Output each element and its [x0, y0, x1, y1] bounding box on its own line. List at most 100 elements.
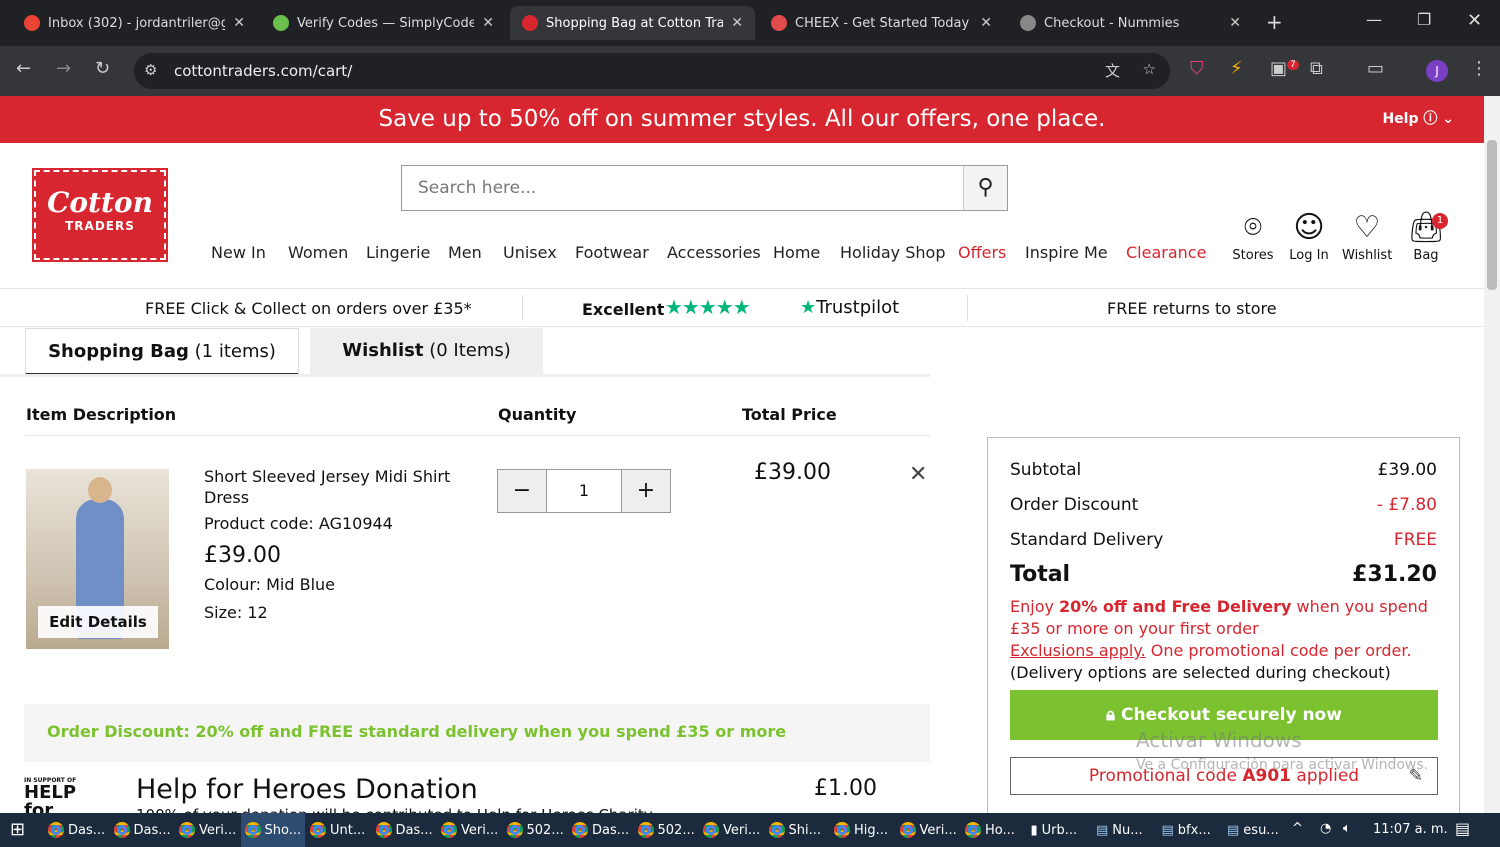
restore-button[interactable]: ❐: [1417, 10, 1431, 29]
browser-tab[interactable]: Inbox (302) - jordantriler@gm ✕: [12, 6, 257, 40]
new-tab-button[interactable]: +: [1266, 10, 1283, 34]
taskbar-item[interactable]: 502...: [503, 813, 568, 847]
taskbar-item[interactable]: Das...: [110, 813, 175, 847]
menu-icon[interactable]: ⋮: [1470, 58, 1488, 79]
nav-item-offers[interactable]: Offers: [958, 243, 1006, 262]
taskbar-item[interactable]: ▤ bfx...: [1158, 813, 1215, 847]
quantity-decrease-button[interactable]: −: [497, 469, 547, 513]
browser-tab[interactable]: Verify Codes — SimplyCodes ✕: [261, 6, 506, 40]
remove-item-icon[interactable]: ✕: [909, 462, 927, 487]
taskbar-item[interactable]: Ho...: [961, 813, 1019, 847]
taskbar-item-label: 502...: [657, 822, 695, 838]
search-input[interactable]: Search here... ⚲: [401, 165, 1008, 211]
url-bar[interactable]: cottontraders.com/cart/ ⚙ ☆ 文: [134, 53, 1170, 89]
taskbar-item[interactable]: Das...: [568, 813, 633, 847]
minimize-button[interactable]: —: [1366, 10, 1382, 29]
exclusions-link[interactable]: Exclusions apply.: [1010, 641, 1146, 660]
notepad-icon: ▤: [1096, 822, 1109, 838]
close-tab-icon[interactable]: ✕: [980, 15, 992, 31]
tab-wishlist[interactable]: Wishlist (0 Items): [310, 328, 543, 376]
page-scrollbar[interactable]: [1484, 96, 1500, 813]
ublock-icon[interactable]: ⛉: [1190, 58, 1204, 79]
nav-item-lingerie[interactable]: Lingerie: [366, 243, 430, 262]
back-icon[interactable]: ←: [16, 58, 31, 79]
chrome-icon: [310, 822, 326, 838]
banner-text: Save up to 50% off on summer styles. All…: [378, 106, 1106, 132]
item-total-price: £39.00: [754, 460, 831, 485]
nav-item-footwear[interactable]: Footwear: [575, 243, 649, 262]
extension-icon[interactable]: ⚡: [1230, 58, 1243, 79]
nav-item-new-in[interactable]: New In: [211, 243, 266, 262]
nav-item-home[interactable]: Home: [773, 243, 820, 262]
discount-label: Order Discount: [1010, 495, 1139, 515]
quantity-input[interactable]: 1: [546, 469, 622, 513]
extensions-puzzle-icon[interactable]: ⧉: [1310, 58, 1323, 79]
taskbar-item[interactable]: Shi...: [765, 813, 826, 847]
tab-shopping-bag[interactable]: Shopping Bag (1 items): [25, 328, 299, 376]
help-circle-icon: ⓘ: [1423, 111, 1438, 127]
taskbar-item[interactable]: Unt...: [306, 813, 369, 847]
wishlist-link[interactable]: ♡ Wishlist: [1342, 208, 1392, 263]
forward-icon[interactable]: →: [56, 58, 71, 79]
quantity-increase-button[interactable]: +: [621, 469, 671, 513]
taskbar-item[interactable]: 502...: [634, 813, 699, 847]
profile-avatar[interactable]: J: [1426, 60, 1448, 82]
notifications-icon[interactable]: ▤: [1455, 819, 1470, 838]
taskbar-item[interactable]: ▮ Urb...: [1027, 813, 1082, 847]
nav-item-holiday-shop[interactable]: Holiday Shop: [840, 243, 945, 262]
windows-taskbar: ⊞ Das... Das... Veri... Sho... Unt... Das... V…: [0, 813, 1500, 847]
nav-item-inspire-me[interactable]: Inspire Me: [1025, 243, 1108, 262]
reading-list-icon[interactable]: ▭: [1367, 58, 1384, 79]
close-tab-icon[interactable]: ✕: [233, 15, 245, 31]
cotton-traders-logo[interactable]: Cotton TRADERS: [32, 168, 168, 262]
taskbar-item[interactable]: Das...: [372, 813, 437, 847]
total-value: £31.20: [1352, 562, 1437, 587]
taskbar-item[interactable]: Veri...: [175, 813, 240, 847]
taskbar-item-label: 502...: [526, 822, 564, 838]
help-menu[interactable]: Help ⓘ ⌄: [1382, 96, 1454, 143]
product-name[interactable]: Short Sleeved Jersey Midi Shirt Dress: [204, 466, 464, 508]
notepad-icon: ▤: [1161, 822, 1174, 838]
tray-chevron-icon[interactable]: ^: [1292, 821, 1303, 836]
taskbar-item[interactable]: Sho...: [240, 813, 306, 847]
taskbar-item[interactable]: Veri...: [896, 813, 961, 847]
bookmark-star-icon[interactable]: ☆: [1143, 60, 1156, 78]
taskbar-item[interactable]: Hig...: [830, 813, 892, 847]
site-info-icon[interactable]: ⚙: [144, 61, 157, 79]
chrome-icon: [572, 822, 588, 838]
trustpilot-logo[interactable]: ★Trustpilot: [800, 297, 899, 318]
clock[interactable]: 11:07 a. m.: [1373, 822, 1448, 837]
windows-start-icon[interactable]: ⊞: [10, 819, 25, 840]
nav-item-women[interactable]: Women: [288, 243, 348, 262]
close-tab-icon[interactable]: ✕: [482, 15, 494, 31]
browser-tab[interactable]: Shopping Bag at Cotton Traders ✕: [510, 6, 755, 40]
taskbar-item[interactable]: ▤ Nu...: [1092, 813, 1147, 847]
wifi-icon[interactable]: ◔: [1320, 821, 1331, 836]
taskbar-item[interactable]: Veri...: [437, 813, 502, 847]
reload-icon[interactable]: ↻: [95, 58, 110, 79]
nav-item-accessories[interactable]: Accessories: [667, 243, 761, 262]
promo-banner[interactable]: Save up to 50% off on summer styles. All…: [0, 96, 1484, 143]
edit-details-button[interactable]: Edit Details: [38, 606, 158, 638]
browser-tab[interactable]: Checkout - Nummies ✕: [1008, 6, 1253, 40]
taskbar-item[interactable]: ▤ esu...: [1223, 813, 1283, 847]
taskbar-item[interactable]: Das...: [44, 813, 109, 847]
browser-tab[interactable]: CHEEX - Get Started Today - I ✕: [759, 6, 1004, 40]
donation-title: Help for Heroes Donation: [136, 774, 478, 805]
login-link[interactable]: ☺ Log In: [1284, 208, 1334, 263]
taskbar-item[interactable]: Veri...: [699, 813, 764, 847]
volume-icon[interactable]: 🔈︎: [1343, 821, 1351, 836]
close-tab-icon[interactable]: ✕: [731, 15, 743, 31]
nav-item-unisex[interactable]: Unisex: [503, 243, 557, 262]
nav-item-clearance[interactable]: Clearance: [1126, 243, 1206, 262]
extension-badge-icon[interactable]: ▣ 7: [1270, 58, 1299, 79]
close-window-button[interactable]: ✕: [1467, 10, 1482, 31]
translate-icon[interactable]: 文: [1105, 60, 1120, 81]
search-icon[interactable]: ⚲: [963, 166, 1007, 210]
product-image[interactable]: Edit Details: [26, 469, 169, 649]
bag-link[interactable]: 👜︎ Bag 1: [1401, 208, 1451, 263]
close-tab-icon[interactable]: ✕: [1229, 15, 1241, 31]
tab-title: Verify Codes — SimplyCodes: [297, 15, 475, 31]
stores-link[interactable]: ⌾ Stores: [1228, 208, 1278, 263]
nav-item-men[interactable]: Men: [448, 243, 482, 262]
